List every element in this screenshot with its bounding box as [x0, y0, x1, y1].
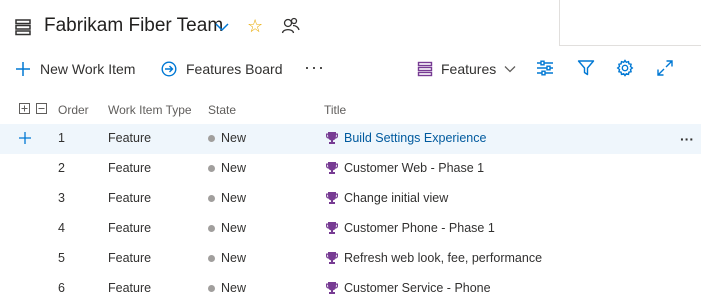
row-title[interactable]: Change initial view	[325, 191, 448, 205]
state-dot-icon	[208, 164, 215, 172]
row-order: 3	[58, 191, 65, 205]
row-type: Feature	[108, 221, 152, 235]
row-order: 2	[58, 161, 65, 175]
trophy-icon	[326, 162, 338, 174]
header-side-panel	[559, 0, 701, 46]
row-order: 1	[58, 131, 65, 145]
row-state: New	[208, 191, 246, 205]
sliders-icon[interactable]	[536, 59, 554, 82]
more-actions-button[interactable]: ···	[304, 57, 325, 78]
row-type: Feature	[108, 251, 152, 265]
table-row[interactable]: 2 Feature New Customer Web - Phase 1	[0, 154, 701, 184]
state-dot-icon	[208, 254, 215, 262]
team-dropdown-chevron-down-icon[interactable]	[214, 20, 230, 32]
table-row[interactable]: 4 Feature New Customer Phone - Phase 1	[0, 214, 701, 244]
row-state-label: New	[221, 251, 247, 265]
work-item-title[interactable]: Customer Service - Phone	[344, 281, 491, 295]
backlog-icon	[14, 18, 32, 36]
features-board-label: Features Board	[186, 61, 283, 77]
features-board-button[interactable]: Features Board	[161, 58, 283, 80]
row-type: Feature	[108, 191, 152, 205]
chevron-down-icon	[504, 64, 516, 74]
work-item-title[interactable]: Customer Phone - Phase 1	[344, 221, 495, 235]
backlog-level-label: Features	[441, 61, 497, 77]
trophy-icon	[326, 192, 338, 204]
row-order: 5	[58, 251, 65, 265]
state-dot-icon	[208, 284, 215, 292]
row-type: Feature	[108, 281, 152, 295]
favorite-star-icon[interactable]: ☆	[247, 17, 263, 35]
state-dot-icon	[208, 134, 215, 142]
team-title: Fabrikam Fiber Team	[44, 15, 224, 36]
column-header-order[interactable]: Order	[58, 103, 89, 117]
new-work-item-button[interactable]: New Work Item	[15, 58, 135, 80]
row-state: New	[208, 131, 246, 145]
row-more-actions-button[interactable]: ···	[680, 131, 694, 147]
column-header-state[interactable]: State	[208, 103, 236, 117]
row-title[interactable]: Customer Phone - Phase 1	[325, 221, 495, 235]
expand-icon[interactable]	[656, 59, 674, 82]
add-child-plus-icon[interactable]	[17, 130, 33, 146]
table-row[interactable]: 5 Feature New Refresh web look, fee, per…	[0, 244, 701, 274]
row-title[interactable]: Customer Service - Phone	[325, 281, 491, 295]
collapse-all-button[interactable]	[36, 103, 47, 114]
row-order: 6	[58, 281, 65, 295]
gear-icon[interactable]	[616, 59, 634, 82]
table-row[interactable]: 6 Feature New Customer Service - Phone	[0, 274, 701, 304]
trophy-icon	[326, 252, 338, 264]
work-item-title[interactable]: Change initial view	[344, 191, 448, 205]
backlog-level-icon	[417, 61, 433, 77]
arrow-circle-icon	[161, 61, 177, 77]
row-state-label: New	[221, 191, 247, 205]
row-state: New	[208, 221, 246, 235]
row-type: Feature	[108, 161, 152, 175]
table-row[interactable]: 3 Feature New Change initial view	[0, 184, 701, 214]
work-item-title-link[interactable]: Build Settings Experience	[344, 131, 486, 145]
expand-all-button[interactable]	[19, 103, 30, 114]
row-title[interactable]: Customer Web - Phase 1	[325, 161, 484, 175]
team-members-icon[interactable]	[281, 16, 301, 36]
row-state-label: New	[221, 131, 247, 145]
column-header-title[interactable]: Title	[324, 103, 346, 117]
new-work-item-label: New Work Item	[40, 61, 136, 77]
state-dot-icon	[208, 194, 215, 202]
work-item-title[interactable]: Customer Web - Phase 1	[344, 161, 484, 175]
filter-icon[interactable]	[577, 59, 595, 82]
trophy-icon	[326, 222, 338, 234]
row-state: New	[208, 161, 246, 175]
table-row[interactable]: 1 Feature New Build Settings Experience …	[0, 124, 701, 154]
work-item-title[interactable]: Refresh web look, fee, performance	[344, 251, 542, 265]
trophy-icon	[326, 132, 338, 144]
plus-icon	[15, 61, 31, 77]
row-title[interactable]: Refresh web look, fee, performance	[325, 251, 542, 265]
row-state: New	[208, 281, 246, 295]
row-state-label: New	[221, 221, 247, 235]
trophy-icon	[326, 282, 338, 294]
row-title[interactable]: Build Settings Experience	[325, 131, 486, 145]
column-header-work-item-type[interactable]: Work Item Type	[108, 103, 192, 117]
row-order: 4	[58, 221, 65, 235]
row-state-label: New	[221, 161, 247, 175]
row-state: New	[208, 251, 246, 265]
row-type: Feature	[108, 131, 152, 145]
row-state-label: New	[221, 281, 247, 295]
state-dot-icon	[208, 224, 215, 232]
backlog-level-selector[interactable]: Features	[417, 58, 516, 80]
